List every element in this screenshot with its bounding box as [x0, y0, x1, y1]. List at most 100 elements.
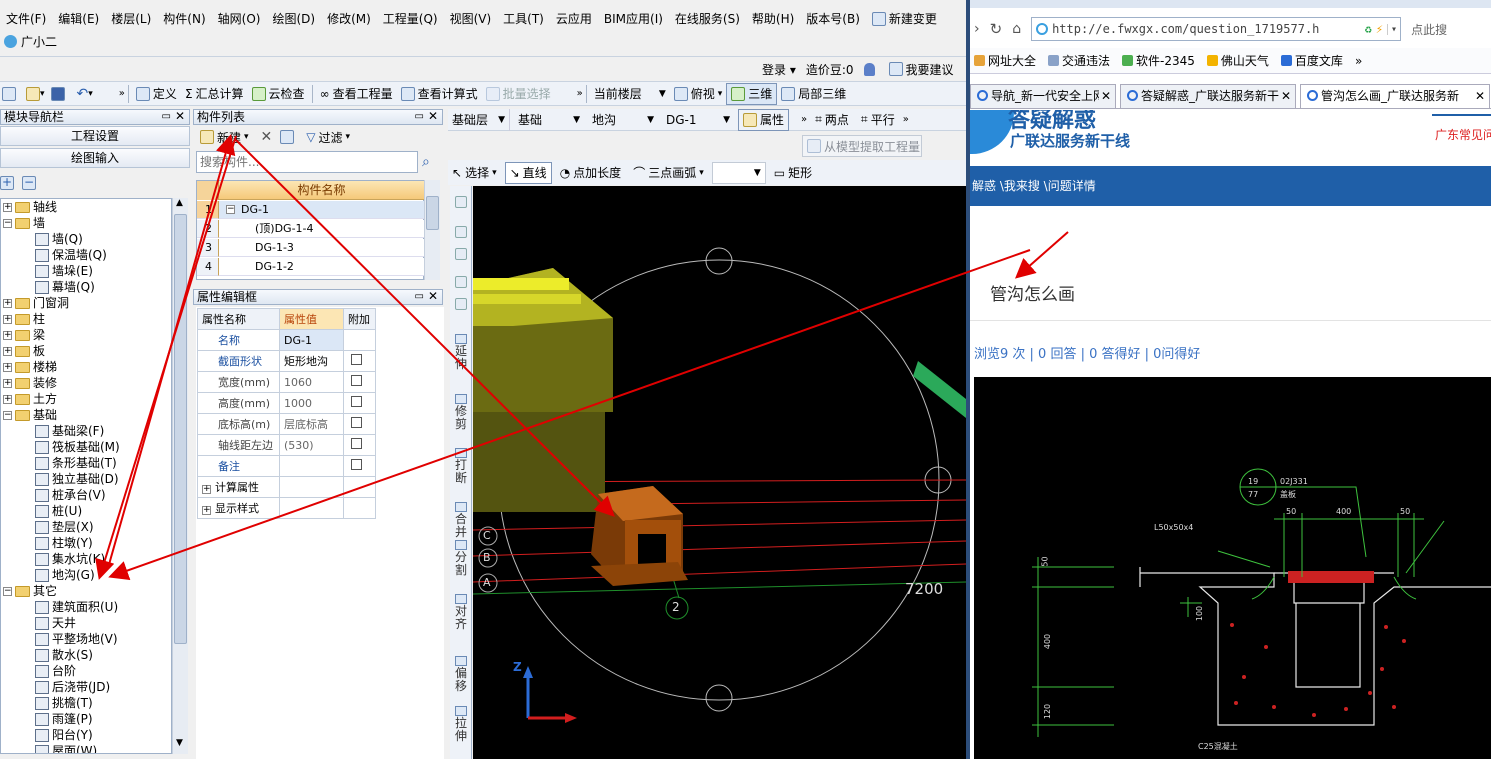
- tree-item[interactable]: 保温墙(Q): [35, 247, 107, 263]
- tree-item[interactable]: − 其它: [3, 583, 57, 599]
- expand-icon[interactable]: +: [3, 202, 12, 212]
- new-component-button[interactable]: 新建 ▾: [196, 126, 253, 148]
- property-row[interactable]: 轴线距左边 (530): [197, 434, 376, 456]
- component-row[interactable]: DG-1-2: [219, 258, 424, 276]
- attribute-button[interactable]: 属性: [738, 108, 790, 131]
- floor-select[interactable]: 基础层 ▼: [448, 108, 510, 131]
- tree-item[interactable]: 桩(U): [35, 503, 82, 519]
- tree-item[interactable]: 平整场地(V): [35, 631, 118, 647]
- tree-item[interactable]: 墙(Q): [35, 231, 83, 247]
- component-scrollbar[interactable]: [424, 180, 440, 280]
- assistant-entry[interactable]: 广小二: [4, 33, 57, 50]
- bookmark-item[interactable]: 网址大全: [974, 52, 1036, 69]
- menu-help[interactable]: 帮助(H): [746, 9, 800, 29]
- cloud-check-button[interactable]: 云检查: [248, 83, 309, 105]
- browser-search-hint[interactable]: 点此搜: [1411, 21, 1447, 38]
- attach-checkbox[interactable]: [351, 375, 362, 386]
- scroll-up-icon[interactable]: ▲: [176, 198, 183, 208]
- side-tool[interactable]: 对齐: [452, 594, 470, 631]
- line-tool[interactable]: ↘ 直线: [504, 161, 552, 184]
- close-icon[interactable]: ✕: [1278, 85, 1291, 107]
- new-file-icon[interactable]: [2, 86, 16, 101]
- tree-item[interactable]: 筏板基础(M): [35, 439, 120, 455]
- property-value[interactable]: 矩形地沟: [279, 350, 344, 372]
- attach-checkbox[interactable]: [351, 438, 362, 449]
- side-tool[interactable]: 拉伸: [452, 706, 470, 743]
- collapse-icon[interactable]: −: [226, 205, 235, 214]
- property-value[interactable]: (530): [279, 434, 344, 456]
- scroll-down-icon[interactable]: ▼: [176, 738, 183, 748]
- tree-item[interactable]: 集水坑(K): [35, 551, 105, 567]
- menu-edit[interactable]: 编辑(E): [52, 9, 105, 29]
- component-search-input[interactable]: [196, 151, 418, 173]
- arc-tool[interactable]: ⌒ 三点画弧 ▾: [629, 162, 708, 184]
- tree-item[interactable]: 后浇带(JD): [35, 679, 110, 695]
- property-value[interactable]: 1000: [279, 392, 344, 414]
- orbit-handle-bottom[interactable]: [705, 684, 733, 712]
- expand-icon[interactable]: +: [3, 298, 12, 308]
- property-row[interactable]: 底标高(m) 层底标高: [197, 413, 376, 435]
- property-value[interactable]: DG-1: [279, 329, 344, 351]
- bookmark-item[interactable]: 交通违法: [1048, 52, 1110, 69]
- expand-icon[interactable]: +: [3, 330, 12, 340]
- view-quantity-button[interactable]: ∞ 查看工程量: [316, 83, 397, 105]
- suggest-button[interactable]: 我要建议: [885, 58, 958, 80]
- tree-item[interactable]: 基础梁(F): [35, 423, 104, 439]
- copy-icon[interactable]: [280, 130, 295, 144]
- expand-icon[interactable]: +: [202, 485, 211, 494]
- tree-item[interactable]: 垫层(X): [35, 519, 94, 535]
- tree-item[interactable]: 桩承台(V): [35, 487, 106, 503]
- refresh-icon[interactable]: ↻: [990, 20, 1003, 38]
- save-icon[interactable]: [50, 86, 65, 101]
- browser-tab[interactable]: 管沟怎么画_广联达服务新 ✕: [1300, 84, 1490, 108]
- menu-draw[interactable]: 绘图(D): [266, 9, 321, 29]
- tree-item[interactable]: 挑檐(T): [35, 695, 93, 711]
- close-icon[interactable]: ✕: [428, 109, 438, 123]
- two-point-button[interactable]: ⌗ 两点: [811, 109, 853, 131]
- type-select[interactable]: 地沟 ▼: [588, 109, 658, 131]
- recycle-icon[interactable]: ♻: [1365, 22, 1372, 36]
- tree-item[interactable]: + 柱: [3, 311, 45, 327]
- property-group[interactable]: + 计算属性: [197, 476, 280, 498]
- menu-grid[interactable]: 轴网(O): [212, 9, 267, 29]
- tree-item[interactable]: 柱墩(Y): [35, 535, 93, 551]
- collapse-icon[interactable]: −: [3, 218, 12, 228]
- tree-item[interactable]: + 土方: [3, 391, 57, 407]
- side-tool[interactable]: 偏移: [452, 656, 470, 693]
- tree-item[interactable]: 建筑面积(U): [35, 599, 118, 615]
- property-row[interactable]: 高度(mm) 1000: [197, 392, 376, 414]
- more-icon[interactable]: »: [903, 114, 909, 125]
- property-row[interactable]: 宽度(mm) 1060: [197, 371, 376, 393]
- attach-checkbox[interactable]: [351, 354, 362, 365]
- tree-item[interactable]: − 基础: [3, 407, 57, 423]
- tree-item[interactable]: 阳台(Y): [35, 727, 93, 743]
- item-select[interactable]: DG-1 ▼: [662, 109, 734, 131]
- chevron-down-icon[interactable]: ▾: [1387, 23, 1400, 35]
- tree-item[interactable]: + 装修: [3, 375, 57, 391]
- project-settings-button[interactable]: 工程设置: [0, 126, 190, 146]
- chevron-down-icon[interactable]: ▾: [40, 89, 45, 99]
- bell-icon[interactable]: [863, 62, 875, 76]
- orbit-handle-top[interactable]: [705, 247, 733, 275]
- expand-icon[interactable]: +: [3, 362, 12, 372]
- property-value[interactable]: [279, 455, 344, 477]
- delete-icon[interactable]: ✕: [261, 129, 273, 145]
- close-icon[interactable]: ✕: [428, 289, 438, 303]
- tree-item[interactable]: 台阶: [35, 663, 76, 679]
- browser-tab[interactable]: 导航_新一代安全上网 ✕: [970, 84, 1116, 108]
- view-formula-button[interactable]: 查看计算式: [397, 83, 482, 105]
- expand-icon[interactable]: +: [3, 346, 12, 356]
- menu-tools[interactable]: 工具(T): [497, 9, 550, 29]
- menu-quantity[interactable]: 工程量(Q): [377, 9, 444, 29]
- component-row[interactable]: (顶)DG-1-4: [219, 220, 424, 238]
- edit-tool-icon[interactable]: [455, 276, 467, 288]
- more-icon[interactable]: »: [577, 88, 583, 99]
- component-scrollbar-thumb[interactable]: [426, 196, 439, 230]
- tree-item[interactable]: 幕墙(Q): [35, 279, 95, 295]
- side-tool[interactable]: 打断: [452, 448, 470, 485]
- shape-select[interactable]: ▼: [711, 161, 766, 184]
- side-tool[interactable]: 修剪: [452, 394, 470, 431]
- side-tool[interactable]: 分割: [452, 540, 470, 577]
- login-button[interactable]: 登录 ▾: [762, 61, 796, 78]
- address-bar[interactable]: http://e.fwxgx.com/question_1719577.h ♻ …: [1031, 17, 1402, 41]
